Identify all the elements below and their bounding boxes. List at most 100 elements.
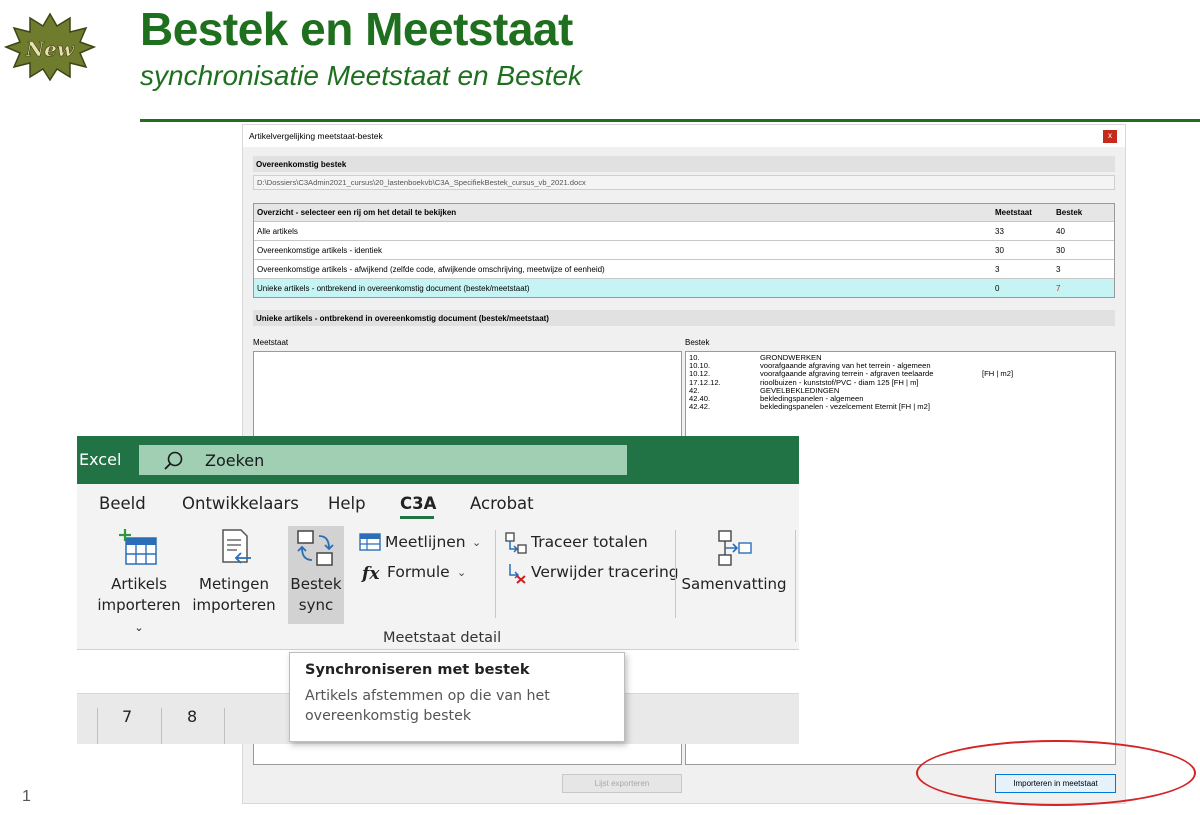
section-header-unique: Unieke artikels - ontbrekend in overeenk… — [253, 310, 1115, 326]
meetstaat-pane-label: Meetstaat — [253, 338, 289, 347]
tab-help[interactable]: Help — [328, 494, 366, 513]
dialog-title: Artikelvergelijking meetstaat-bestek — [249, 131, 383, 141]
title-divider — [140, 119, 1200, 122]
search-input[interactable]: Zoeken — [139, 445, 627, 475]
traceer-totalen-button[interactable]: Traceer totalen — [505, 532, 665, 554]
slide-title: Bestek en Meetstaat — [140, 3, 573, 55]
slide-number: 1 — [22, 788, 31, 805]
chevron-down-icon: ⌄ — [134, 621, 144, 634]
row-meetstaat-count: 33 — [995, 227, 1004, 236]
annotation-ellipse — [916, 740, 1196, 806]
tab-beeld[interactable]: Beeld — [99, 494, 146, 513]
ribbon-group-label: Meetstaat detail — [383, 630, 502, 646]
table-row[interactable]: Overeenkomstige artikels - identiek 30 3… — [254, 240, 1114, 259]
ribbon-panel: Artikels importeren ⌄ Metingen importere… — [77, 520, 799, 650]
overview-header-label: Overzicht - selecteer een rij om het det… — [257, 208, 457, 217]
function-icon: fx — [361, 564, 380, 584]
artikels-label: Artikels — [111, 575, 167, 593]
tab-ontwikkelaars[interactable]: Ontwikkelaars — [182, 494, 299, 513]
group-separator — [675, 530, 676, 618]
overview-table: Overzicht - selecteer een rij om het det… — [253, 203, 1115, 298]
importeren-label: importeren — [192, 596, 276, 614]
dialog-titlebar: Artikelvergelijking meetstaat-bestek x — [243, 125, 1125, 147]
sync-icon — [297, 530, 334, 566]
row-label: Alle artikels — [257, 227, 298, 236]
slide-subtitle: synchronisatie Meetstaat en Bestek — [140, 60, 583, 91]
close-button[interactable]: x — [1103, 130, 1117, 143]
column-header-7[interactable]: 7 — [122, 707, 132, 726]
bestek-path-field[interactable]: D:\Dossiers\C3Admin2021_cursus\20_lasten… — [253, 175, 1115, 190]
metingen-importeren-button[interactable]: Metingen importeren — [191, 528, 277, 616]
item-description: bekledingspanelen - vezelcement Eternit … — [760, 402, 930, 412]
column-divider — [224, 708, 225, 744]
tooltip-body-line1: Artikels afstemmen op die van het — [305, 688, 550, 704]
chevron-down-icon[interactable]: ⌄ — [457, 566, 466, 579]
verwijder-tracering-label: Verwijder tracering — [531, 563, 679, 581]
row-label: Unieke artikels - ontbrekend in overeenk… — [257, 284, 530, 293]
search-placeholder: Zoeken — [205, 451, 265, 470]
bestek-pane-label: Bestek — [685, 338, 710, 347]
formule-button[interactable]: fx Formule — [361, 562, 491, 584]
tab-c3a[interactable]: C3A — [400, 494, 436, 513]
group-separator — [795, 530, 796, 642]
export-list-button[interactable]: Lijst exporteren — [562, 774, 682, 793]
list-item[interactable]: 42. GEVELBEKLEDINGEN — [686, 386, 1115, 395]
trace-icon — [505, 532, 527, 554]
table-row[interactable]: Overeenkomstige artikels - afwijkend (ze… — [254, 259, 1114, 278]
bestek-sync-button[interactable]: Bestek sync — [288, 526, 344, 624]
list-item[interactable]: 42.42. bekledingspanelen - vezelcement E… — [686, 403, 1115, 411]
row-label: Overeenkomstige artikels - identiek — [257, 246, 382, 255]
sync-label: sync — [298, 596, 334, 614]
verwijder-tracering-button[interactable]: Verwijder tracering — [505, 562, 685, 584]
remove-trace-icon — [509, 564, 526, 584]
row-label: Overeenkomstige artikels - afwijkend (ze… — [257, 265, 605, 274]
list-item[interactable]: 17.12.12. rioolbuizen - kunststof/PVC - … — [686, 378, 1115, 387]
row-bestek-count: 3 — [1056, 265, 1061, 274]
overview-header-meetstaat: Meetstaat — [995, 208, 1032, 217]
table-row[interactable]: Alle artikels 33 40 — [254, 221, 1114, 240]
formule-label: Formule — [387, 563, 450, 581]
traceer-totalen-label: Traceer totalen — [531, 533, 648, 551]
row-bestek-count: 7 — [1056, 284, 1061, 293]
metingen-label: Metingen — [199, 575, 269, 593]
new-badge-text: New — [25, 37, 75, 61]
row-meetstaat-count: 0 — [995, 284, 1000, 293]
column-divider — [161, 708, 162, 744]
summary-icon — [718, 530, 752, 566]
tooltip-title: Synchroniseren met bestek — [305, 662, 530, 678]
section-header-bestek: Overeenkomstig bestek — [253, 156, 1115, 172]
table-icon — [359, 533, 381, 551]
column-divider — [97, 708, 98, 744]
overview-header-bestek: Bestek — [1056, 208, 1083, 217]
tab-acrobat[interactable]: Acrobat — [470, 494, 534, 513]
item-unit: [FH | m2] — [982, 369, 1014, 379]
importeren-label: importeren — [97, 596, 181, 614]
table-row-selected[interactable]: Unieke artikels - ontbrekend in overeenk… — [254, 278, 1114, 297]
row-bestek-count: 40 — [1056, 227, 1065, 236]
bestek-label: Bestek — [290, 575, 342, 593]
new-badge-icon: New — [4, 12, 96, 82]
samenvatting-label: Samenvatting — [681, 575, 787, 593]
samenvatting-button[interactable]: Samenvatting — [681, 528, 787, 595]
excel-app-name: Excel — [79, 450, 122, 469]
search-icon — [164, 451, 183, 470]
sync-tooltip: Synchroniseren met bestek Artikels afste… — [289, 652, 625, 742]
artikels-importeren-button[interactable]: Artikels importeren ⌄ — [91, 528, 187, 638]
excel-titlebar: Excel Zoeken — [77, 436, 799, 484]
column-header-8[interactable]: 8 — [187, 707, 197, 726]
chevron-down-icon[interactable]: ⌄ — [472, 536, 481, 549]
meetlijnen-label: Meetlijnen — [385, 533, 466, 551]
ribbon-tabs: Beeld Ontwikkelaars Help C3A Acrobat — [77, 484, 799, 520]
active-tab-indicator — [400, 516, 434, 519]
row-meetstaat-count: 30 — [995, 246, 1004, 255]
row-bestek-count: 30 — [1056, 246, 1065, 255]
tooltip-body-line2: overeenkomstig bestek — [305, 708, 472, 724]
item-code: 42.42. — [689, 402, 711, 412]
svg-text:fx: fx — [361, 564, 380, 584]
row-meetstaat-count: 3 — [995, 265, 1000, 274]
import-articles-icon — [119, 529, 157, 565]
group-separator — [495, 530, 496, 618]
overview-header-row: Overzicht - selecteer een rij om het det… — [254, 204, 1114, 221]
import-measurements-icon — [222, 529, 251, 564]
meetlijnen-button[interactable]: Meetlijnen — [359, 532, 489, 554]
